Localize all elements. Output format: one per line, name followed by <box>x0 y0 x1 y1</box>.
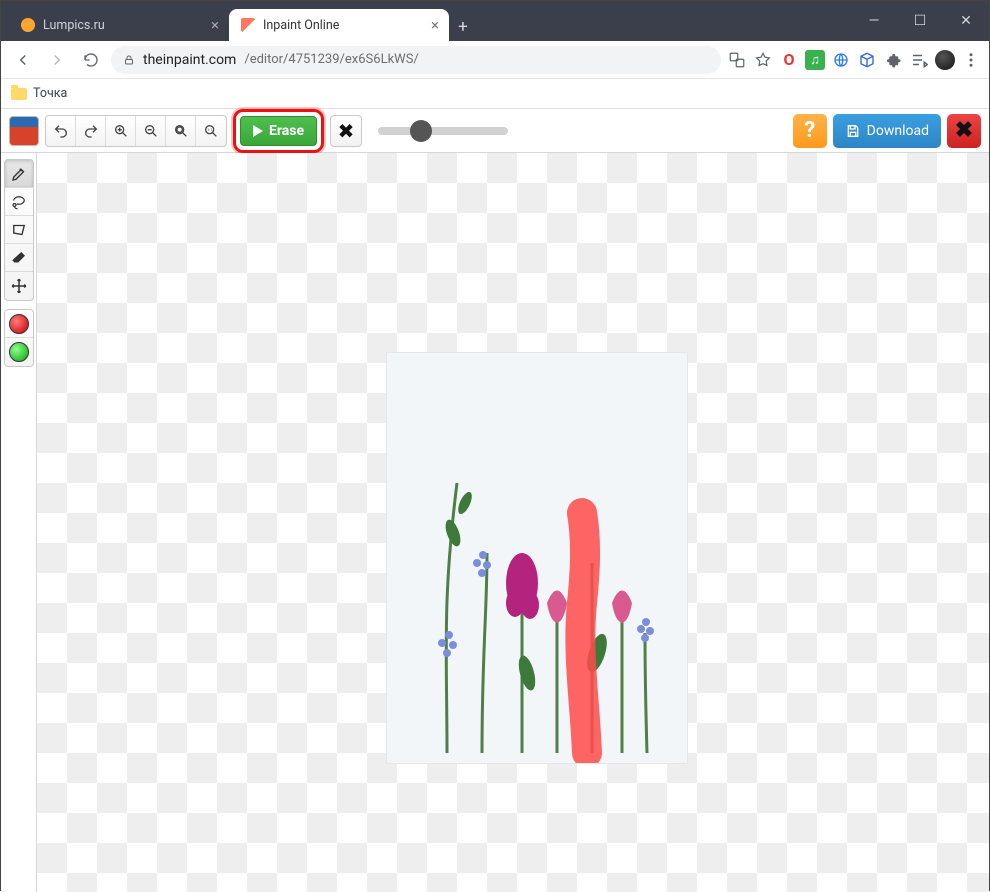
window-controls: — ☐ ✕ <box>851 1 989 41</box>
redo-button[interactable] <box>76 116 106 146</box>
browser-tab-lumpics[interactable]: Lumpics.ru × <box>9 9 229 41</box>
url-host: theinpaint.com <box>143 52 236 68</box>
nav-reload-button[interactable] <box>77 46 105 74</box>
favicon-eraser-icon <box>241 18 255 32</box>
window-close-icon[interactable]: ✕ <box>943 6 989 36</box>
download-button[interactable]: Download <box>833 114 941 148</box>
polygon-tool-button[interactable] <box>5 216 33 244</box>
window-minimize-icon[interactable]: — <box>851 6 897 36</box>
erase-button[interactable]: Erase <box>240 116 317 146</box>
erase-button-highlight: Erase <box>233 109 324 153</box>
image-content-icon <box>387 353 687 763</box>
browser-tab-inpaint[interactable]: Inpaint Online × <box>229 9 449 41</box>
profile-avatar-icon[interactable] <box>935 50 955 70</box>
color-red-button[interactable] <box>5 310 33 338</box>
slider-knob-icon[interactable] <box>410 120 432 142</box>
brush-size-slider[interactable] <box>378 127 508 135</box>
browser-menu-icon[interactable] <box>961 50 981 70</box>
lasso-tool-button[interactable] <box>5 188 33 216</box>
move-tool-button[interactable] <box>5 272 33 300</box>
red-dot-icon <box>9 314 29 334</box>
tab-close-icon[interactable]: × <box>431 16 439 34</box>
favicon-dot-icon <box>21 18 35 32</box>
nav-forward-button[interactable] <box>43 46 71 74</box>
bookmark-item[interactable]: Точка <box>33 86 67 101</box>
erase-label: Erase <box>269 123 304 139</box>
close-editor-button[interactable]: ✖ <box>947 114 981 148</box>
tab-close-icon[interactable]: × <box>211 16 219 34</box>
extension-opera-icon[interactable]: O <box>779 50 799 70</box>
floppy-disk-icon <box>845 123 861 139</box>
app-logo-icon <box>9 116 39 146</box>
extensions-puzzle-icon[interactable] <box>883 50 903 70</box>
undo-button[interactable] <box>46 116 76 146</box>
address-field[interactable]: theinpaint.com/editor/4751239/ex6S6LkWS/ <box>111 46 721 74</box>
play-icon <box>253 125 263 137</box>
download-label: Download <box>867 123 929 139</box>
tab-title: Inpaint Online <box>263 18 339 33</box>
svg-text:1:1: 1:1 <box>207 127 212 132</box>
url-path: /editor/4751239/ex6S6LkWS/ <box>244 52 418 67</box>
eraser-tool-button[interactable] <box>5 244 33 272</box>
new-tab-button[interactable]: + <box>449 13 477 41</box>
browser-titlebar: Lumpics.ru × Inpaint Online × + — ☐ ✕ <box>1 1 989 41</box>
zoom-out-button[interactable] <box>136 116 166 146</box>
translate-icon[interactable] <box>727 50 747 70</box>
color-green-button[interactable] <box>5 338 33 366</box>
workspace <box>1 153 989 892</box>
zoom-in-button[interactable] <box>106 116 136 146</box>
nav-back-button[interactable] <box>9 46 37 74</box>
marker-tool-button[interactable] <box>5 160 33 188</box>
tab-title: Lumpics.ru <box>43 18 105 33</box>
cancel-mask-button[interactable]: ✖ <box>330 115 362 147</box>
window-maximize-icon[interactable]: ☐ <box>897 6 943 36</box>
zoom-fit-button[interactable] <box>166 116 196 146</box>
browser-address-bar: theinpaint.com/editor/4751239/ex6S6LkWS/… <box>1 41 989 79</box>
extension-music-icon[interactable]: ♫ <box>805 50 825 70</box>
media-playlist-icon[interactable] <box>909 50 929 70</box>
bookmarks-bar: Точка <box>1 79 989 109</box>
app-toolbar: 1:1 Erase ✖ ? Download ✖ <box>1 109 989 153</box>
canvas-area[interactable] <box>37 153 989 892</box>
toolbar-button-group: 1:1 <box>45 115 227 147</box>
green-dot-icon <box>9 342 29 362</box>
folder-icon <box>11 88 27 100</box>
bookmark-star-icon[interactable] <box>753 50 773 70</box>
side-toolbar <box>1 153 37 892</box>
help-label: ? <box>804 118 815 143</box>
editing-image[interactable] <box>387 353 687 763</box>
zoom-actual-button[interactable]: 1:1 <box>196 116 226 146</box>
help-button[interactable]: ? <box>793 114 827 148</box>
extension-globe-icon[interactable] <box>831 50 851 70</box>
lock-icon <box>123 54 135 66</box>
extension-cube-icon[interactable] <box>857 50 877 70</box>
